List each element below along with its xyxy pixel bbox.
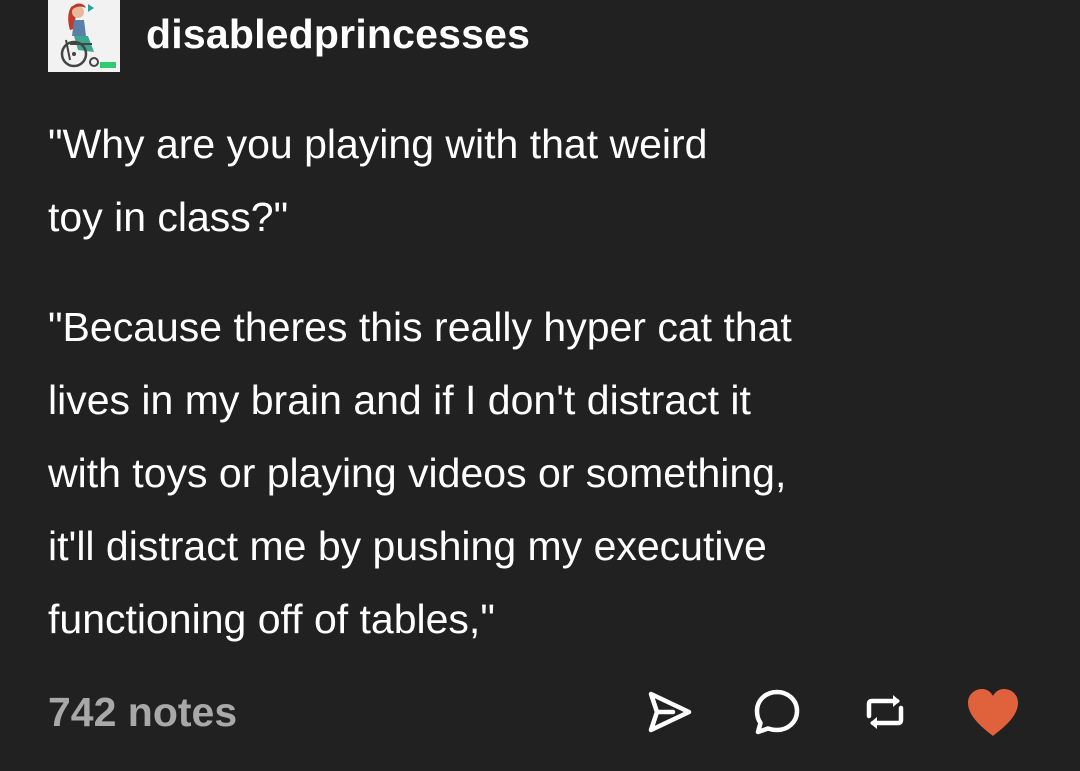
blog-avatar[interactable] (48, 0, 120, 72)
post-actions (638, 681, 1024, 743)
post-paragraph: "Why are you playing with that weird toy… (48, 121, 708, 240)
wheelchair-princess-avatar-icon (48, 0, 120, 72)
blog-name[interactable]: disabledprincesses (146, 11, 530, 58)
share-icon (648, 691, 692, 733)
reblog-button[interactable] (854, 681, 916, 743)
post-footer: 742 notes (48, 680, 1024, 744)
like-icon (968, 689, 1018, 736)
share-button[interactable] (638, 681, 700, 743)
reply-icon (754, 689, 800, 735)
post-header: disabledprincesses (48, 0, 530, 72)
post-paragraph: "Because theres this really hyper cat th… (48, 304, 792, 642)
notes-count[interactable]: 742 notes (48, 689, 237, 736)
reply-button[interactable] (746, 681, 808, 743)
like-button[interactable] (962, 681, 1024, 743)
post-body: "Why are you playing with that weird toy… (48, 108, 1008, 656)
reblog-icon (866, 695, 904, 729)
